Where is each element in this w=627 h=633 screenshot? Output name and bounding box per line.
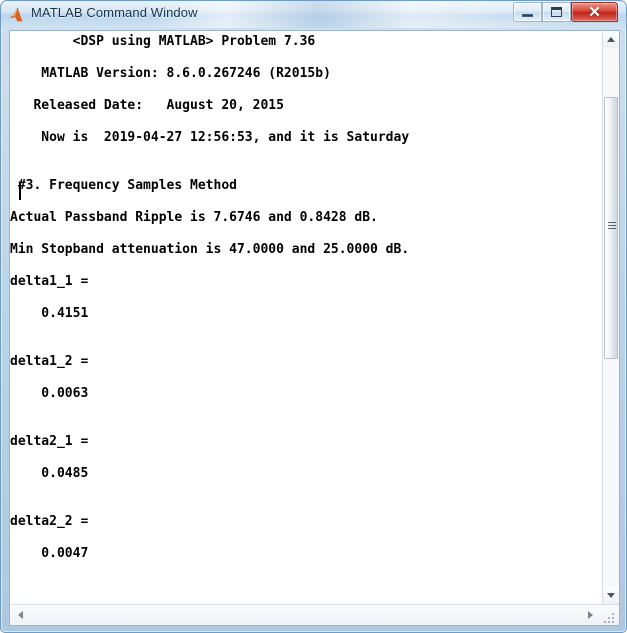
console-text: <DSP using MATLAB> Problem 7.36 MATLAB V…	[10, 34, 410, 561]
resize-grip-icon[interactable]	[604, 610, 617, 623]
scroll-down-button[interactable]	[603, 587, 619, 604]
close-icon-glyph: ✕	[588, 3, 601, 21]
maximize-button[interactable]	[542, 2, 571, 22]
vertical-scrollbar[interactable]	[602, 31, 619, 604]
horizontal-scrollbar[interactable]	[10, 604, 619, 625]
chevron-right-icon	[588, 611, 593, 619]
scroll-up-button[interactable]	[603, 31, 619, 48]
chevron-left-icon	[18, 611, 23, 619]
matlab-command-window: MATLAB Command Window ✕ <DSP using MATLA…	[0, 0, 627, 633]
chevron-down-icon	[607, 593, 615, 598]
scroll-right-button[interactable]	[582, 605, 599, 625]
minimize-icon	[514, 3, 541, 21]
close-icon: ✕	[572, 3, 617, 21]
close-button[interactable]: ✕	[571, 2, 618, 22]
text-caret	[19, 183, 21, 200]
command-output-pane[interactable]: <DSP using MATLAB> Problem 7.36 MATLAB V…	[10, 31, 602, 604]
minimize-button[interactable]	[513, 2, 542, 22]
window-title: MATLAB Command Window	[31, 5, 198, 20]
client-area: <DSP using MATLAB> Problem 7.36 MATLAB V…	[9, 30, 620, 626]
title-bar[interactable]: MATLAB Command Window ✕	[1, 1, 626, 28]
chevron-up-icon	[607, 37, 615, 42]
vertical-scrollbar-thumb[interactable]	[604, 97, 618, 359]
scrollbar-grip-icon	[608, 222, 616, 231]
maximize-icon	[543, 3, 570, 21]
scroll-left-button[interactable]	[12, 605, 29, 625]
title-bar-sheen	[151, 1, 571, 28]
matlab-membrane-icon	[9, 7, 23, 22]
